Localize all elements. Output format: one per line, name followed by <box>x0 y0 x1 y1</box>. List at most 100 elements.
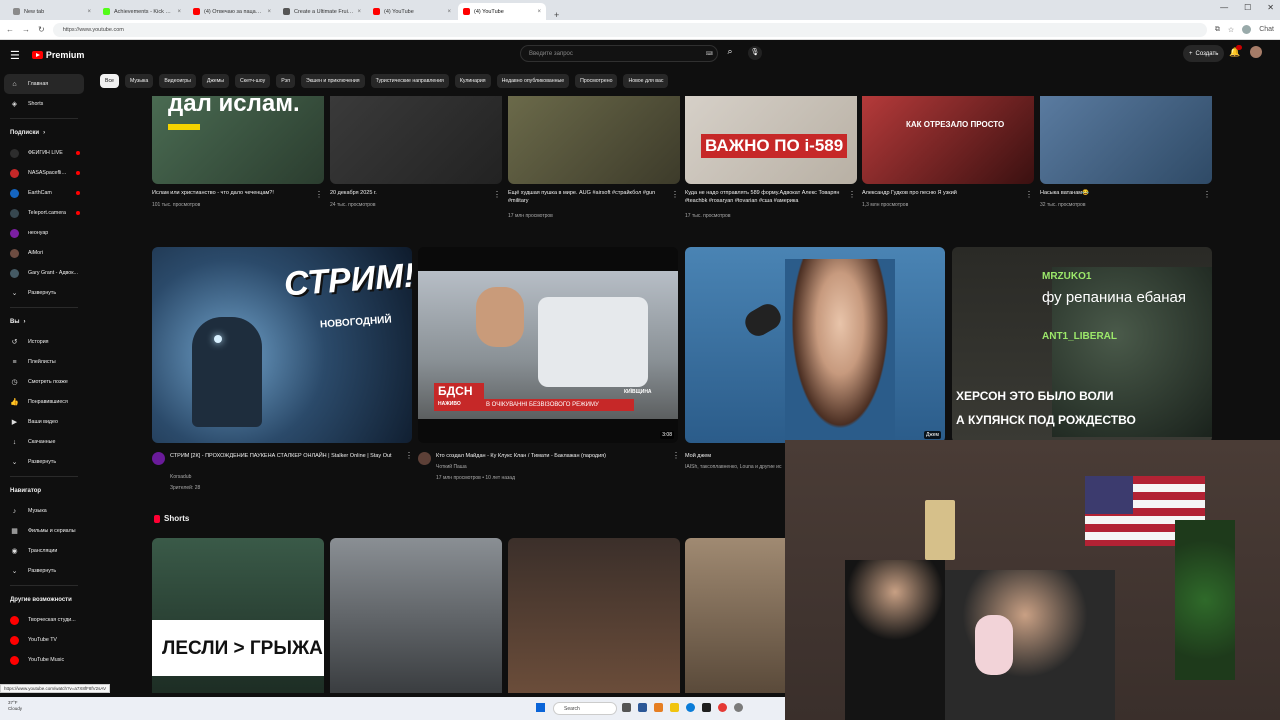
sidebar-channel[interactable]: Teleport.camera <box>0 203 88 223</box>
channel-avatar[interactable] <box>418 452 431 465</box>
search-icon[interactable]: ⌕ <box>722 46 738 61</box>
sidebar-item[interactable]: ◈ Shorts <box>0 94 88 114</box>
more-icon[interactable]: ⋮ <box>672 451 680 460</box>
tab-close-icon[interactable]: × <box>447 9 451 15</box>
video-thumbnail[interactable] <box>1040 96 1212 184</box>
weather-widget[interactable]: 37°F Cloudy <box>8 700 22 712</box>
video-title[interactable]: Куда не надо отправлять 589 форму.Адвока… <box>685 189 843 206</box>
short-thumbnail[interactable] <box>508 538 680 693</box>
sidebar-section-title[interactable]: Подписки › <box>0 123 88 143</box>
sidebar-channel[interactable]: ФЕЙГИН LIVE <box>0 143 88 163</box>
more-icon[interactable]: ⋮ <box>1025 190 1033 199</box>
video-title[interactable]: Ещё худшая пушка в мире. AUG #airsoft #с… <box>508 189 666 206</box>
video-thumbnail[interactable]: MRZUKO1 фу репанина ебаная ANT1_LIBERAL … <box>952 247 1212 443</box>
sidebar-section-title[interactable]: Вы › <box>0 312 88 332</box>
filter-chip[interactable]: Экшен и приключения <box>301 74 365 88</box>
video-thumbnail[interactable]: дал ислам. <box>152 96 324 184</box>
sidebar-item[interactable]: ⌂ Главная <box>4 74 84 94</box>
filter-chip[interactable]: Новое для вас <box>623 74 669 88</box>
video-thumbnail[interactable] <box>330 96 502 184</box>
short-thumbnail[interactable]: ЛЕСЛИ > ГРЫЖА <box>152 538 324 693</box>
tab-close-icon[interactable]: × <box>87 9 91 15</box>
profile-avatar[interactable] <box>1242 25 1252 34</box>
video-title[interactable]: СТРИМ [2К] - ПРОХОЖДЕНИЕ ПАУКЕНА СТАЛКЕР… <box>170 452 398 469</box>
sidebar-channel[interactable]: YouTube TV <box>0 630 88 650</box>
video-title[interactable]: Кто создал Майдан - Ку Клукс Клан / Тима… <box>436 452 666 461</box>
search-input[interactable]: Введите запрос ⌨ <box>520 45 718 62</box>
chat-button[interactable]: Chat <box>1259 26 1274 33</box>
browser-tab[interactable]: (4) Отвечаю за пацана - YouTube × <box>188 3 276 20</box>
sidebar-item[interactable]: ♪ Музыка <box>0 501 88 521</box>
sidebar-item[interactable]: ↓ Скачанные <box>0 432 88 452</box>
tab-close-icon[interactable]: × <box>357 9 361 15</box>
app-icon-3[interactable] <box>702 703 711 712</box>
youtube-logo[interactable]: Premium <box>31 50 84 60</box>
sidebar-item[interactable]: ▦ Фильмы и сериалы <box>0 521 88 541</box>
sidebar-channel[interactable]: YouTube Music <box>0 650 88 670</box>
sidebar-channel[interactable]: EarthCam <box>0 183 88 203</box>
app-icon-2[interactable] <box>654 703 663 712</box>
sidebar-channel[interactable]: Творческая студи... <box>0 610 88 630</box>
video-thumbnail[interactable]: БДСН НАЖИВО В ОЧІКУВАННІ БЕЗВІЗОВОГО РЕЖ… <box>418 247 678 443</box>
more-icon[interactable]: ⋮ <box>315 190 323 199</box>
sidebar-item[interactable]: ◷ Смотреть позже <box>0 372 88 392</box>
browser-tab[interactable]: Achievements - Kick Dashboard × <box>98 3 186 20</box>
filter-chip[interactable]: Туристические направления <box>370 74 449 88</box>
folder-icon[interactable] <box>670 703 679 712</box>
close-icon[interactable]: ✕ <box>1267 3 1274 12</box>
video-thumbnail[interactable]: Джем <box>685 247 945 443</box>
sidebar-item[interactable]: ⌄ Развернуть <box>0 452 88 472</box>
sidebar-channel[interactable]: AiMori <box>0 243 88 263</box>
url-field[interactable]: https://www.youtube.com <box>52 22 1207 37</box>
sidebar-channel[interactable]: неонуар <box>0 223 88 243</box>
microphone-icon[interactable]: 🎙 <box>748 46 762 60</box>
more-icon[interactable]: ⋮ <box>1203 190 1211 199</box>
app-icon-1[interactable] <box>638 703 647 712</box>
filter-chip[interactable]: Видеоигры <box>159 74 196 88</box>
chrome-icon[interactable] <box>718 703 727 712</box>
tab-close-icon[interactable]: × <box>177 9 181 15</box>
filter-chip[interactable]: Джемы <box>201 74 230 88</box>
menu-icon[interactable]: ☰ <box>10 49 20 62</box>
tab-close-icon[interactable]: × <box>267 9 271 15</box>
short-thumbnail[interactable] <box>330 538 502 693</box>
reload-icon[interactable]: ↻ <box>38 25 45 34</box>
user-avatar[interactable] <box>1250 46 1262 58</box>
sidebar-channel[interactable]: NASASpaceflight <box>0 163 88 183</box>
sidebar-item[interactable]: ▶ Ваши видео <box>0 412 88 432</box>
keyboard-icon[interactable]: ⌨ <box>706 51 713 57</box>
window-controls[interactable]: — ☐ ✕ <box>1220 3 1274 12</box>
more-icon[interactable]: ⋮ <box>493 190 501 199</box>
filter-chip[interactable]: Просмотрено <box>575 74 618 88</box>
video-thumbnail[interactable]: ВАЖНО ПО i-589 <box>685 96 857 184</box>
forward-icon[interactable]: → <box>22 25 30 34</box>
extensions-icon[interactable]: ⧉ <box>1215 26 1220 34</box>
video-thumbnail[interactable] <box>508 96 680 184</box>
video-title[interactable]: Мой джем <box>685 452 785 461</box>
minimize-icon[interactable]: — <box>1220 3 1228 12</box>
more-icon[interactable]: ⋮ <box>848 190 856 199</box>
filter-chip[interactable]: Кулинария <box>454 74 491 88</box>
more-icon[interactable]: ⋮ <box>671 190 679 199</box>
sidebar-channel[interactable]: Gary Grant - Адвок... <box>0 263 88 283</box>
windows-start-icon[interactable] <box>536 703 545 712</box>
browser-tab[interactable]: (4) YouTube × <box>458 3 546 20</box>
channel-name[interactable]: Korsadub <box>170 474 191 480</box>
channel-avatar[interactable] <box>152 452 165 465</box>
bookmark-icon[interactable]: ☆ <box>1228 26 1234 34</box>
channel-name[interactable]: Чоткий Паша <box>436 464 467 470</box>
sidebar-item[interactable]: ◉ Трансляции <box>0 541 88 561</box>
browser-tab[interactable]: New tab × <box>8 3 96 20</box>
filter-chip[interactable]: Недавно опубликованные <box>496 74 570 88</box>
sidebar-item[interactable]: ⌄ Развернуть <box>0 561 88 581</box>
filter-chip[interactable]: Все <box>100 74 119 88</box>
video-thumbnail[interactable]: КАК ОТРЕЗАЛО ПРОСТО <box>862 96 1034 184</box>
sidebar-item[interactable]: ↺ История <box>0 332 88 352</box>
filter-chip[interactable]: Музыка <box>124 74 154 88</box>
settings-icon[interactable] <box>734 703 743 712</box>
sidebar-item[interactable]: 👍 Понравившиеся <box>0 392 88 412</box>
browser-tab[interactable]: (4) YouTube × <box>368 3 456 20</box>
sidebar-item[interactable]: ≡ Плейлисты <box>0 352 88 372</box>
new-tab-button[interactable]: + <box>548 10 565 20</box>
video-thumbnail[interactable]: СТРИМ! НОВОГОДНИЙ <box>152 247 412 443</box>
